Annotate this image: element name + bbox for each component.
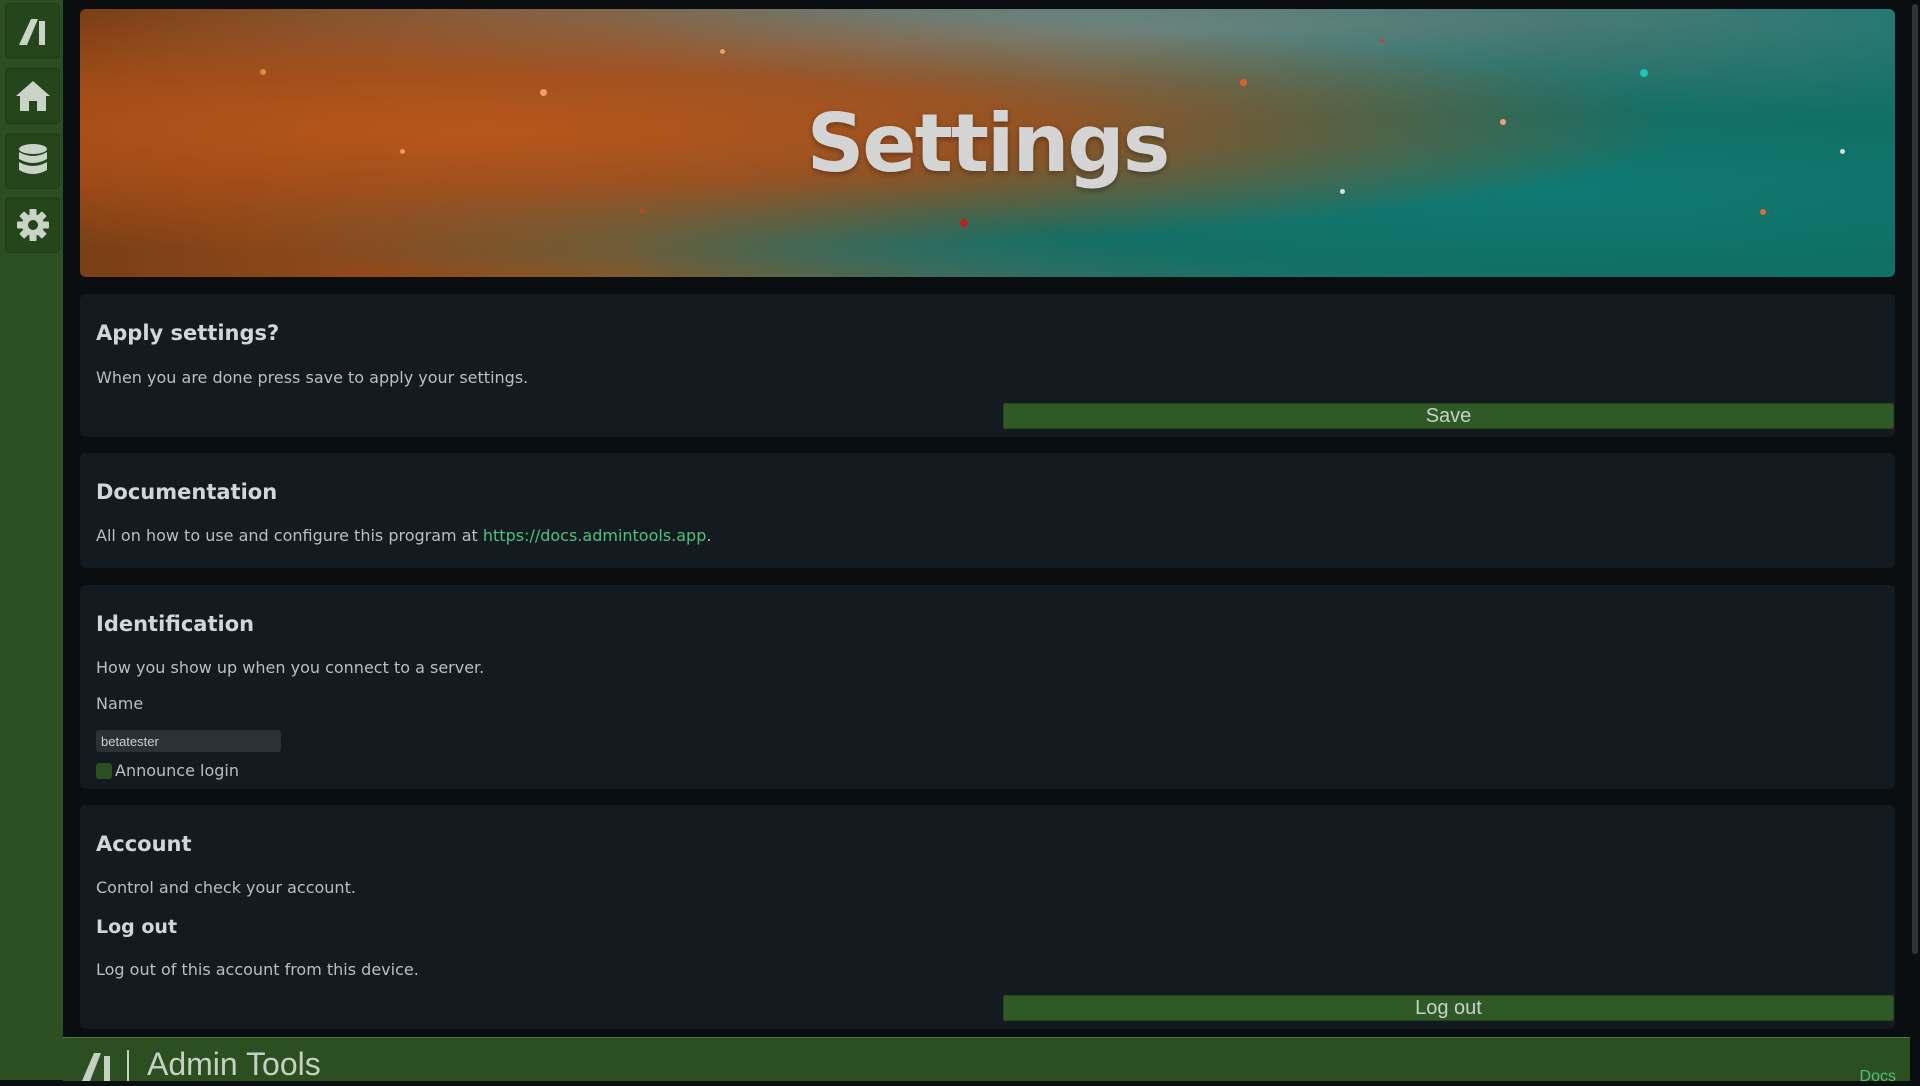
sidebar-item-home[interactable]: [5, 68, 60, 124]
page-title: Settings: [806, 96, 1171, 190]
sidebar-item-database[interactable]: [5, 133, 60, 189]
footer-logo-icon: [82, 1053, 110, 1081]
main-content: Settings Apply settings? When you are do…: [63, 0, 1910, 1085]
logout-heading: Log out: [96, 916, 178, 938]
docs-link[interactable]: https://docs.admintools.app: [483, 526, 706, 545]
documentation-text: All on how to use and configure this pro…: [96, 526, 483, 545]
scrollbar[interactable]: [1910, 0, 1920, 1080]
logo-icon: [18, 19, 45, 45]
home-icon: [15, 81, 50, 111]
apply-settings-card: Apply settings? When you are done press …: [80, 294, 1895, 437]
footer-docs-link[interactable]: Docs: [1860, 1068, 1896, 1086]
documentation-heading: Documentation: [96, 480, 278, 504]
documentation-card: Documentation All on how to use and conf…: [80, 453, 1895, 568]
gear-icon: [16, 209, 49, 241]
scrollbar-thumb[interactable]: [1912, 4, 1918, 954]
sidebar-item-logo[interactable]: [5, 3, 60, 59]
logout-button[interactable]: Log out: [1003, 995, 1894, 1021]
identification-description: How you show up when you connect to a se…: [96, 658, 485, 677]
name-label: Name: [96, 694, 144, 713]
account-card: Account Control and check your account. …: [80, 805, 1895, 1029]
footer: Admin Tools Docs: [63, 1037, 1910, 1085]
logout-description: Log out of this account from this device…: [96, 960, 419, 979]
apply-settings-heading: Apply settings?: [96, 321, 280, 345]
database-icon: [18, 144, 47, 174]
identification-heading: Identification: [96, 612, 255, 636]
sidebar-item-settings[interactable]: [5, 197, 60, 253]
identification-card: Identification How you show up when you …: [80, 585, 1895, 789]
sidebar: [0, 0, 63, 1080]
apply-settings-description: When you are done press save to apply yo…: [96, 368, 529, 387]
documentation-period: .: [706, 526, 712, 545]
footer-divider: [127, 1050, 129, 1081]
announce-login-label: Announce login: [115, 761, 239, 780]
name-input[interactable]: [96, 730, 281, 752]
documentation-description: All on how to use and configure this pro…: [96, 526, 711, 545]
announce-login-checkbox[interactable]: [96, 763, 112, 779]
account-heading: Account: [96, 832, 192, 856]
footer-brand: Admin Tools: [147, 1046, 321, 1082]
save-button[interactable]: Save: [1003, 403, 1894, 429]
header-banner: Settings: [80, 9, 1895, 277]
account-description: Control and check your account.: [96, 878, 356, 897]
